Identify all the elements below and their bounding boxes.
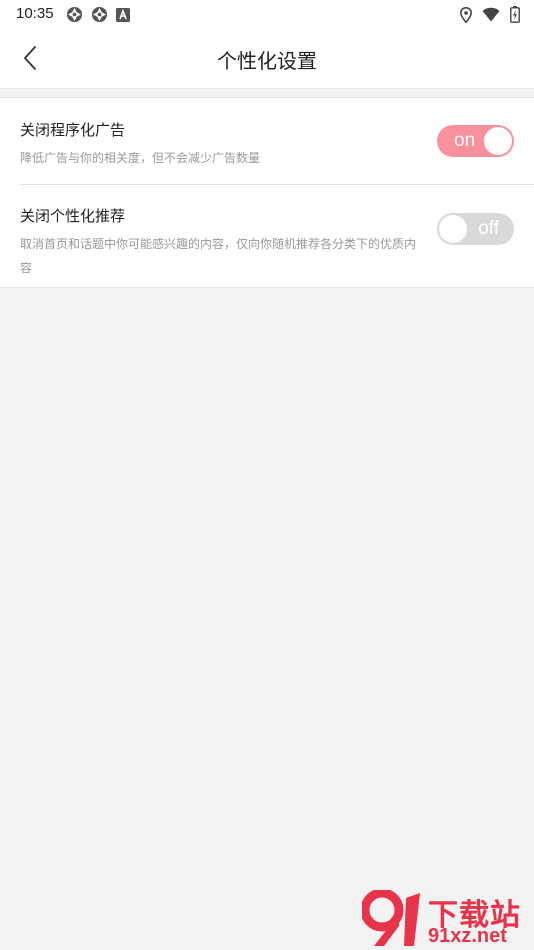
personalized-recommendation-toggle[interactable]: off (437, 213, 514, 245)
toggle-label: off (478, 218, 499, 239)
setting-title: 关闭程序化广告 (20, 121, 126, 139)
app-a-icon (116, 7, 130, 22)
programmatic-ads-toggle[interactable]: on (437, 125, 514, 157)
watermark: 91 下载站 91xz.net (362, 890, 532, 948)
toggle-knob (439, 215, 467, 243)
watermark-logo-text: 91 (362, 890, 364, 891)
wifi-icon (482, 7, 500, 22)
toggle-label: on (454, 130, 476, 151)
setting-row-programmatic-ads: 关闭程序化广告 降低广告与你的相关度，但不会减少广告数量 on (20, 98, 534, 185)
toggle-knob (484, 127, 512, 155)
location-icon (460, 6, 472, 23)
battery-icon (510, 6, 520, 23)
setting-description: 取消首页和话题中你可能感兴趣的内容，仅向你随机推荐各分类下的优质内容 (20, 237, 417, 275)
aperture-icon (66, 6, 83, 23)
status-bar: 10:35 (0, 0, 534, 28)
status-system-icons (460, 6, 520, 23)
settings-list: 关闭程序化广告 降低广告与你的相关度，但不会减少广告数量 on 关闭个性化推荐 … (0, 97, 534, 288)
setting-title: 关闭个性化推荐 (20, 207, 126, 225)
watermark-logo: 91 (362, 890, 420, 946)
watermark-domain: 91xz.net (428, 925, 507, 947)
setting-description: 降低广告与你的相关度，但不会减少广告数量 (20, 151, 261, 165)
status-notification-icons (66, 6, 130, 23)
app-header: 个性化设置 (0, 28, 534, 89)
setting-row-personalized-recommendation: 关闭个性化推荐 取消首页和话题中你可能感兴趣的内容，仅向你随机推荐各分类下的优质… (20, 185, 534, 287)
status-time: 10:35 (16, 5, 54, 22)
aperture-icon (91, 6, 108, 23)
page-title: 个性化设置 (217, 49, 317, 73)
